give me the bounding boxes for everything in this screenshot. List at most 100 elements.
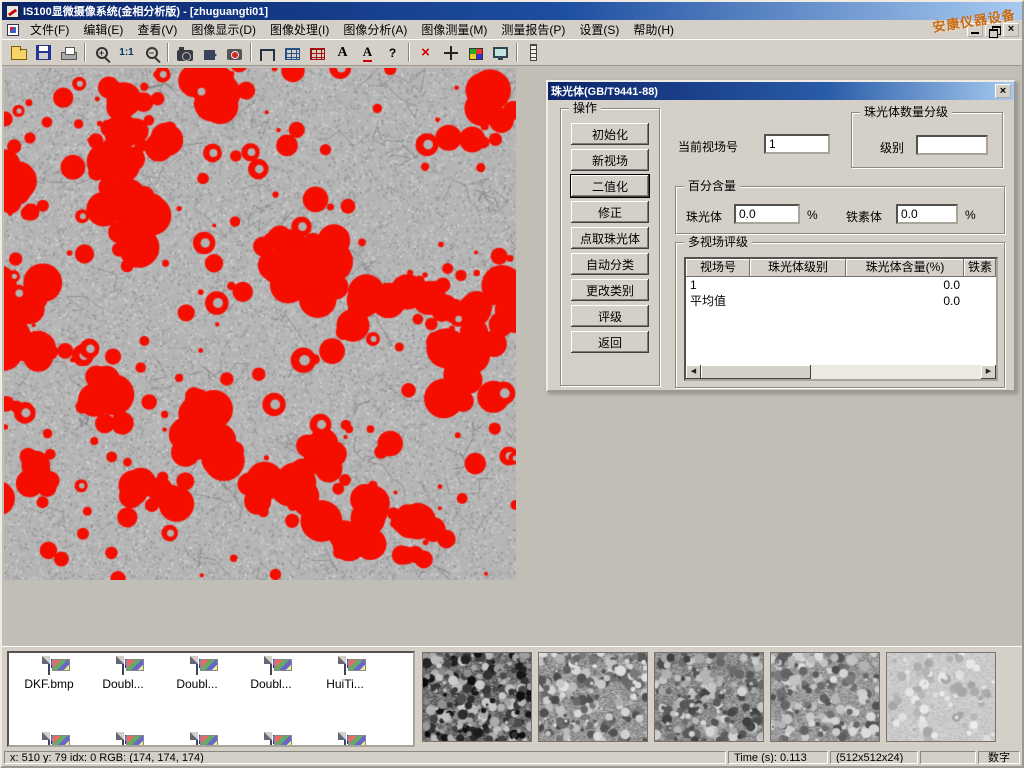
header-field-number[interactable]: 视场号: [686, 259, 750, 277]
thumbnail-4[interactable]: [770, 652, 880, 742]
table-row[interactable]: 1 0.0: [686, 277, 996, 293]
pearlite-input[interactable]: [734, 204, 800, 224]
ferrite-input[interactable]: [896, 204, 958, 224]
file-item-partial[interactable]: BMP: [87, 733, 159, 747]
minimize-icon[interactable]: [967, 23, 983, 37]
file-item-doubl-1[interactable]: BMP Doubl...: [87, 657, 159, 691]
table-row[interactable]: 平均值 0.0: [686, 293, 996, 309]
dialog-title-bar[interactable]: 珠光体(GB/T9441-88) ×: [548, 82, 1014, 100]
snapshot-button[interactable]: [222, 41, 247, 64]
text-icon: A: [337, 45, 347, 61]
scroll-right-icon[interactable]: ▶: [981, 365, 996, 379]
thumbnail-3[interactable]: [654, 652, 764, 742]
delete-button[interactable]: ×: [413, 41, 438, 64]
caliper-button[interactable]: [255, 41, 280, 64]
menu-image-display[interactable]: 图像显示(D): [184, 19, 263, 40]
file-item-huiti[interactable]: BMP HuiTi...: [309, 657, 381, 691]
menu-image-process[interactable]: 图像处理(I): [263, 19, 336, 40]
file-item-doubl-2[interactable]: BMP Doubl...: [161, 657, 233, 691]
scroll-left-icon[interactable]: ◀: [686, 365, 701, 379]
binarize-button[interactable]: 二值化: [571, 175, 649, 197]
bmp-file-icon: BMP: [48, 732, 50, 747]
return-button[interactable]: 返回: [571, 331, 649, 353]
status-position: x: 510 y: 79 idx: 0 RGB: (174, 174, 174): [4, 751, 726, 764]
multifield-table: 视场号 珠光体级别 珠光体含量(%) 铁素 1 0.0 平均值: [684, 257, 998, 381]
bmp-file-icon: BMP: [270, 656, 272, 675]
menu-report[interactable]: 测量报告(P): [494, 19, 572, 40]
open-button[interactable]: [6, 41, 31, 64]
file-item-partial[interactable]: BMP: [13, 733, 85, 747]
header-pearlite-level[interactable]: 珠光体级别: [750, 259, 846, 277]
new-field-button[interactable]: 新视场: [571, 149, 649, 171]
document-icon[interactable]: [7, 24, 19, 36]
close-icon[interactable]: ×: [1003, 23, 1019, 37]
horizontal-scrollbar[interactable]: ◀ ▶: [686, 365, 996, 379]
auto-classify-button[interactable]: 自动分类: [571, 253, 649, 275]
pick-pearlite-button[interactable]: 点取珠光体: [571, 227, 649, 249]
file-item-partial[interactable]: BMP: [309, 733, 381, 747]
menu-view[interactable]: 查看(V): [130, 19, 184, 40]
file-item-doubl-3[interactable]: BMP Doubl...: [235, 657, 307, 691]
save-button[interactable]: [31, 41, 56, 64]
dialog-close-icon[interactable]: ×: [995, 84, 1011, 98]
menu-file[interactable]: 文件(F): [23, 19, 76, 40]
file-item-dkf[interactable]: BMP DKF.bmp: [13, 657, 85, 691]
menu-image-analysis[interactable]: 图像分析(A): [336, 19, 414, 40]
window-title: IS100显微摄像系统(金相分析版) - [zhuguangti01]: [23, 3, 268, 19]
palette-button[interactable]: [463, 41, 488, 64]
menu-settings[interactable]: 设置(S): [572, 19, 626, 40]
actual-size-button[interactable]: 1:1: [114, 41, 139, 64]
annotate-button[interactable]: A: [355, 41, 380, 64]
current-field-input[interactable]: [764, 134, 830, 154]
mdi-window-controls: ×: [967, 23, 1022, 37]
bottom-panel: BMP DKF.bmp BMP Doubl... BMP Doubl... BM…: [2, 646, 1022, 750]
thumbnail-5[interactable]: [886, 652, 996, 742]
table-header-row: 视场号 珠光体级别 珠光体含量(%) 铁素: [686, 259, 996, 277]
metallographic-image[interactable]: [4, 68, 516, 580]
ruler-button[interactable]: [521, 41, 546, 64]
toolbar-separator: [250, 43, 252, 62]
status-time: Time (s): 0.113: [728, 751, 828, 764]
crosshair-button[interactable]: [438, 41, 463, 64]
help-button[interactable]: ?: [380, 41, 405, 64]
toolbar-separator: [408, 43, 410, 62]
thumbnail-1[interactable]: [422, 652, 532, 742]
operation-buttons: 初始化 新视场 二值化 修正 点取珠光体 自动分类 更改类别 评级 返回: [561, 109, 659, 353]
restore-icon[interactable]: [985, 23, 1001, 37]
header-pearlite-content[interactable]: 珠光体含量(%): [846, 259, 964, 277]
text-tool-button[interactable]: A: [330, 41, 355, 64]
cell-field: 1: [686, 277, 750, 293]
app-icon: [6, 5, 19, 18]
monitor-button[interactable]: [488, 41, 513, 64]
print-button[interactable]: [56, 41, 81, 64]
change-class-button[interactable]: 更改类别: [571, 279, 649, 301]
menu-help[interactable]: 帮助(H): [626, 19, 681, 40]
grid-button[interactable]: [280, 41, 305, 64]
bmp-file-icon: BMP: [196, 656, 198, 675]
level-input[interactable]: [916, 135, 988, 155]
scrollbar-thumb[interactable]: [701, 365, 811, 379]
multifield-group: 多视场评级 视场号 珠光体级别 珠光体含量(%) 铁素 1 0.0: [675, 242, 1005, 388]
correct-button[interactable]: 修正: [571, 201, 649, 223]
init-button[interactable]: 初始化: [571, 123, 649, 145]
menu-image-measure[interactable]: 图像测量(M): [414, 19, 494, 40]
print-icon: [61, 52, 77, 60]
bmp-file-icon: BMP: [196, 732, 198, 747]
zoom-out-button[interactable]: −: [139, 41, 164, 64]
scrollbar-track[interactable]: [811, 365, 981, 379]
menu-edit[interactable]: 编辑(E): [76, 19, 130, 40]
file-item-partial[interactable]: BMP: [235, 733, 307, 747]
zoom-in-button[interactable]: +: [89, 41, 114, 64]
rate-button[interactable]: 评级: [571, 305, 649, 327]
camera-button[interactable]: [172, 41, 197, 64]
bmp-file-icon: BMP: [122, 656, 124, 675]
status-bar: x: 510 y: 79 idx: 0 RGB: (174, 174, 174)…: [2, 750, 1022, 766]
toolbar: + 1:1 − A A ? ×: [2, 40, 1022, 66]
red-grid-button[interactable]: [305, 41, 330, 64]
status-spacer: [920, 751, 976, 764]
video-button[interactable]: [197, 41, 222, 64]
grading-group-label: 珠光体数量分级: [860, 105, 952, 119]
header-ferrite[interactable]: 铁素: [964, 259, 996, 277]
thumbnail-2[interactable]: [538, 652, 648, 742]
file-item-partial[interactable]: BMP: [161, 733, 233, 747]
